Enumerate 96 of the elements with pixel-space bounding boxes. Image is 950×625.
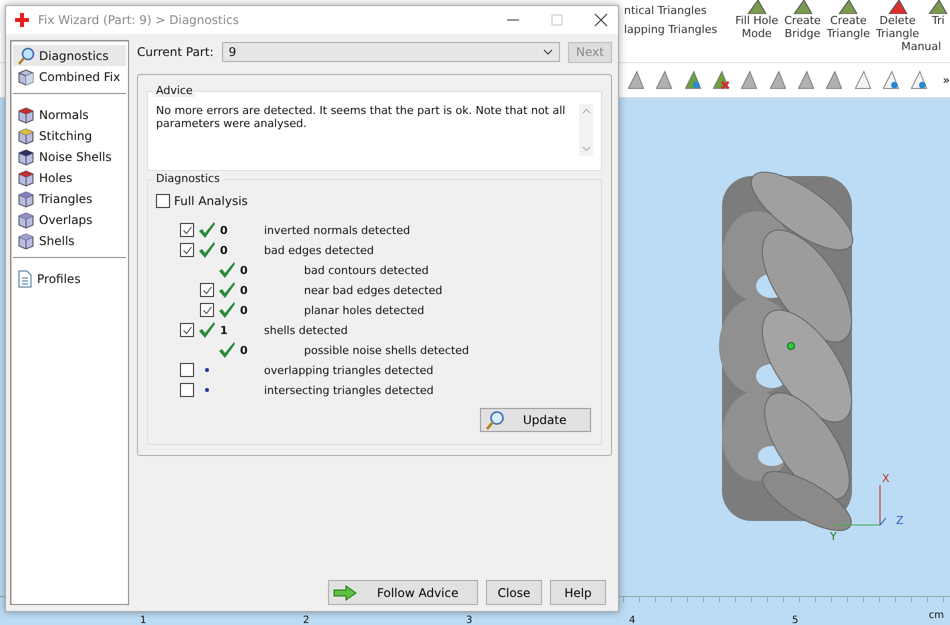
ruler-number: 5 (792, 615, 798, 625)
ruler-number: 1 (140, 615, 146, 625)
checkbox[interactable] (156, 194, 170, 208)
sidebar-item[interactable]: Holes (13, 167, 126, 188)
checkmark-icon (218, 261, 236, 279)
triangle-icon[interactable] (738, 68, 759, 92)
count: 0 (240, 264, 248, 276)
ribbon-group-label: Manual (901, 40, 942, 53)
sidebar-item[interactable]: Combined Fix (13, 66, 126, 87)
cube-icon (17, 126, 35, 144)
ruler-number: 4 (629, 615, 636, 625)
checkmark-icon (198, 241, 216, 259)
checkbox[interactable] (200, 283, 214, 297)
magnifier-icon (17, 46, 35, 64)
sidebar-item[interactable]: Shells (13, 230, 126, 251)
ribbon-text[interactable]: ntical Triangles (624, 4, 718, 17)
group-title: Advice (154, 84, 195, 97)
diagnostic-label: shells detected (264, 324, 348, 336)
sidebar-item[interactable]: Normals (13, 104, 126, 125)
dot-icon (205, 368, 209, 372)
checkbox[interactable] (180, 383, 194, 397)
close-icon[interactable] (594, 13, 608, 27)
axis-label: X (882, 472, 890, 485)
dot-icon (205, 388, 209, 392)
dialog-button[interactable]: Help (550, 580, 606, 605)
cube-icon (17, 68, 35, 86)
current-part-label: Current Part: (137, 45, 214, 59)
chevron-up-icon (582, 108, 590, 114)
sidebar-item[interactable]: Overlaps (13, 209, 126, 230)
cube-icon (17, 168, 35, 186)
checkmark-icon (218, 281, 236, 299)
document-icon (17, 270, 33, 288)
sidebar-item[interactable]: Profiles (13, 268, 126, 289)
cube-icon (17, 190, 35, 208)
checkmark-icon (218, 301, 236, 319)
arrow-right-icon (333, 584, 357, 600)
cube-icon (17, 210, 35, 228)
dialog-button[interactable]: Follow Advice (328, 580, 478, 605)
cube-icon (17, 148, 35, 166)
pivot-marker-icon (787, 342, 795, 350)
advice-text: No more errors are detected. It seems that the part is ok. Note that not all parameters were analysed. (156, 104, 566, 132)
checkmark-icon (198, 321, 216, 339)
checkbox[interactable] (180, 243, 194, 257)
axis-label: Y (830, 530, 837, 543)
count: 0 (220, 244, 228, 256)
axis-label: Z (896, 514, 904, 527)
chevron-down-icon (543, 49, 553, 55)
chevron-down-icon (582, 146, 590, 152)
cube-icon (17, 232, 35, 250)
ribbon-button[interactable]: Tri (923, 0, 950, 40)
diagnostic-label: bad edges detected (264, 244, 374, 256)
cube-icon (17, 106, 35, 124)
update-button[interactable]: Update (480, 408, 591, 432)
group-title: Diagnostics (154, 172, 222, 185)
diagnostic-label: overlapping triangles detected (264, 364, 434, 376)
part-dropdown[interactable]: 9 (222, 42, 560, 62)
count: 0 (240, 284, 248, 296)
triangle-icon[interactable] (625, 68, 646, 92)
sidebar-item[interactable]: Noise Shells (13, 146, 126, 167)
sidebar-item[interactable]: Stitching (13, 125, 126, 146)
checkmark-icon (218, 341, 236, 359)
scrollbar[interactable] (579, 104, 593, 156)
ribbon-button[interactable]: Fill Hole Mode (733, 0, 780, 40)
triangle-icon[interactable] (653, 68, 674, 92)
ribbon-button[interactable]: Create Triangle (824, 0, 872, 40)
ribbon-button[interactable]: Create Bridge (782, 0, 823, 40)
ruler-number: 3 (466, 615, 472, 625)
dialog-button[interactable]: Close (486, 580, 542, 605)
diagnostic-label: inverted normals detected (264, 224, 410, 236)
magnifier-icon (485, 410, 505, 430)
ruler-number: 2 (303, 615, 310, 625)
checkbox[interactable] (180, 323, 194, 337)
diagnostic-label: near bad edges detected (304, 284, 442, 296)
sidebar-item[interactable]: Diagnostics (13, 45, 126, 66)
sidebar-item[interactable]: Triangles (13, 188, 126, 209)
checkbox[interactable] (200, 303, 214, 317)
triangle-icon[interactable] (823, 68, 844, 92)
diagnostic-label: intersecting triangles detected (264, 384, 434, 396)
overflow-button[interactable]: » (942, 73, 950, 87)
checkbox[interactable] (180, 223, 194, 237)
ruler-unit: cm (928, 610, 944, 621)
checkbox[interactable] (180, 363, 194, 377)
diagnostic-label: possible noise shells detected (304, 344, 470, 356)
triangle-icon[interactable] (908, 68, 929, 92)
window-title: Fix Wizard (Part: 9) > Diagnostics (38, 13, 239, 27)
ribbon-text[interactable]: lapping Triangles (624, 23, 718, 36)
diagnostic-label: bad contours detected (304, 264, 429, 276)
count: 0 (240, 304, 248, 316)
ribbon-button[interactable]: Delete Triangle (874, 0, 922, 40)
cross-icon (14, 12, 30, 28)
checkmark-icon (198, 221, 216, 239)
diagnostic-label: planar holes detected (304, 304, 424, 316)
count: 1 (220, 324, 228, 336)
count: 0 (220, 224, 228, 236)
count: 0 (240, 344, 248, 356)
checkbox-label: Full Analysis (174, 194, 248, 208)
